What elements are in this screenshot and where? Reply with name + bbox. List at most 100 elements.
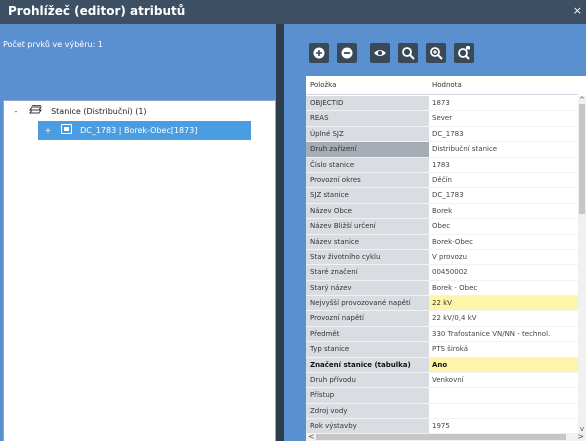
column-header-value[interactable]: Hodnota — [432, 81, 462, 89]
attribute-value[interactable]: Borek — [429, 204, 578, 218]
zoom-to-button[interactable] — [426, 43, 446, 63]
vertical-scrollbar[interactable]: ^ v — [578, 96, 586, 433]
attributes-panel: Položka Hodnota OBJECTID 1873 REAS Sever Úpl… — [284, 24, 586, 441]
attribute-value[interactable]: Borek-Obec — [429, 235, 578, 249]
table-row[interactable]: Přístup — [306, 388, 578, 404]
attribute-value[interactable]: 1873 — [429, 96, 578, 110]
attribute-name: Název Obce — [306, 203, 429, 219]
grid-rows: OBJECTID 1873 REAS Sever Úplné SJZ DC_1783 Dru… — [306, 96, 578, 435]
table-row[interactable]: Zdroj vody — [306, 403, 578, 420]
scroll-left-icon[interactable]: < — [308, 432, 315, 441]
eye-icon — [374, 50, 386, 56]
close-icon[interactable]: × — [573, 4, 582, 17]
grid-header: Položka Hodnota — [306, 76, 578, 95]
attribute-name: Druh zařízení — [306, 142, 429, 157]
table-row[interactable]: Starý název Borek - Obec — [306, 280, 578, 297]
show-button[interactable] — [370, 43, 390, 63]
table-row[interactable]: Název stanice Borek-Obec — [306, 234, 578, 250]
attribute-value[interactable]: V provozu — [429, 250, 578, 264]
table-row[interactable]: Provozní napětí 22 kV/0,4 kV — [306, 311, 578, 327]
table-row[interactable]: Staré značení 00450002 — [306, 265, 578, 281]
table-row[interactable]: Druh přívodu Venkovní — [306, 373, 578, 389]
attribute-value[interactable]: 22 kV/0,4 kV — [429, 311, 578, 325]
attribute-value[interactable]: PTS široká — [429, 342, 578, 356]
attribute-value[interactable]: Borek - Obec — [429, 281, 578, 295]
attribute-name: Přístup — [306, 388, 429, 403]
attribute-name: Starý název — [306, 280, 429, 296]
attribute-value[interactable]: Sever — [429, 111, 578, 125]
table-row[interactable]: SJZ stanice DC_1783 — [306, 188, 578, 204]
attribute-name: Rok výstavby — [306, 419, 429, 434]
zoom-lock-button[interactable] — [454, 43, 474, 63]
table-row[interactable]: Provozní okres Děčín — [306, 172, 578, 189]
table-row[interactable]: Úplné SJZ DC_1783 — [306, 126, 578, 143]
table-row[interactable]: REAS Sever — [306, 111, 578, 127]
selection-tree: - Stanice (Distribuční) (1) + DC_1783 | … — [3, 100, 276, 441]
attribute-value[interactable]: 330 Trafostanice VN/NN - technol. — [429, 327, 578, 341]
attribute-name: Předmět — [306, 326, 429, 342]
table-row[interactable]: Značení stanice (tabulka) Ano — [306, 357, 578, 374]
horizontal-scrollbar[interactable]: < > — [306, 432, 586, 441]
attribute-value[interactable]: Ano — [429, 357, 578, 373]
attribute-name: Nejvyšší provozované napětí — [306, 296, 429, 311]
attribute-name: Staré značení — [306, 265, 429, 280]
toolbar — [284, 40, 586, 80]
collapse-icon[interactable]: - — [10, 104, 22, 120]
table-row[interactable]: Nejvyšší provozované napětí 22 kV — [306, 296, 578, 312]
attribute-value[interactable] — [429, 388, 578, 402]
search-button[interactable] — [398, 43, 418, 63]
expand-icon[interactable]: + — [42, 121, 54, 140]
attribute-value[interactable]: Venkovní — [429, 373, 578, 387]
attribute-value[interactable]: 1783 — [429, 158, 578, 172]
attribute-name: REAS — [306, 111, 429, 126]
tree-root-label: Stanice (Distribuční) (1) — [51, 107, 147, 116]
table-row[interactable]: Název Obce Borek — [306, 203, 578, 220]
attribute-value[interactable]: Distribuční stanice — [429, 142, 578, 156]
zoom-lock-icon — [458, 46, 470, 60]
attribute-value[interactable]: DC_1783 — [429, 188, 578, 202]
zoom-plus-icon — [430, 47, 443, 60]
scroll-right-icon[interactable]: > — [577, 432, 584, 441]
table-row[interactable]: Druh zařízení Distribuční stanice — [306, 142, 578, 158]
table-row[interactable]: Název Bližší určení Obec — [306, 219, 578, 235]
scroll-up-icon[interactable]: ^ — [578, 96, 586, 104]
attribute-name: Zdroj vody — [306, 403, 429, 419]
attribute-grid: Položka Hodnota OBJECTID 1873 REAS Sever Úpl… — [306, 76, 586, 441]
tree-item-feature[interactable]: + DC_1783 | Borek-Obec[1873] — [38, 121, 251, 140]
attribute-name: Úplné SJZ — [306, 126, 429, 142]
attribute-value[interactable]: 00450002 — [429, 265, 578, 279]
zoom-in-circle-icon — [313, 47, 325, 59]
tree-root-layer[interactable]: - Stanice (Distribuční) (1) — [10, 104, 147, 120]
attribute-name: OBJECTID — [306, 96, 429, 111]
title-bar: Prohlížeč (editor) atributů × — [0, 0, 586, 24]
table-row[interactable]: Stav životního cyklu V provozu — [306, 249, 578, 266]
attribute-value[interactable]: Děčín — [429, 173, 578, 187]
attribute-name: Číslo stanice — [306, 157, 429, 172]
panel-splitter[interactable] — [276, 24, 284, 441]
selection-count: Počet prvků ve výběru: 1 — [3, 40, 103, 49]
attribute-value[interactable]: DC_1783 — [429, 127, 578, 141]
attribute-value[interactable]: Obec — [429, 219, 578, 233]
attribute-name: Druh přívodu — [306, 373, 429, 388]
attribute-value[interactable]: 22 kV — [429, 296, 578, 311]
table-row[interactable]: Číslo stanice 1783 — [306, 157, 578, 173]
minus-circle-icon — [341, 47, 353, 59]
zoom-in-circle-button[interactable] — [309, 43, 329, 63]
attribute-name: Název stanice — [306, 234, 429, 249]
selection-panel: Počet prvků ve výběru: 1 - Stanice (Dist… — [0, 24, 276, 441]
attribute-name: Typ stanice — [306, 342, 429, 357]
vertical-scroll-thumb[interactable] — [579, 104, 585, 214]
attribute-value[interactable] — [429, 404, 578, 418]
attribute-name: SJZ stanice — [306, 188, 429, 203]
zoom-out-circle-button[interactable] — [337, 43, 357, 63]
table-row[interactable]: Předmět 330 Trafostanice VN/NN - technol. — [306, 326, 578, 343]
table-row[interactable]: Typ stanice PTS široká — [306, 342, 578, 358]
horizontal-scroll-thumb[interactable] — [316, 434, 566, 440]
attribute-name: Stav životního cyklu — [306, 249, 429, 265]
attribute-value[interactable]: 1975 — [429, 419, 578, 433]
tree-item-label: DC_1783 | Borek-Obec[1873] — [80, 126, 198, 135]
column-header-item[interactable]: Položka — [310, 81, 336, 89]
table-row[interactable]: OBJECTID 1873 — [306, 96, 578, 112]
attribute-name: Provozní napětí — [306, 311, 429, 326]
attribute-name: Provozní okres — [306, 172, 429, 188]
